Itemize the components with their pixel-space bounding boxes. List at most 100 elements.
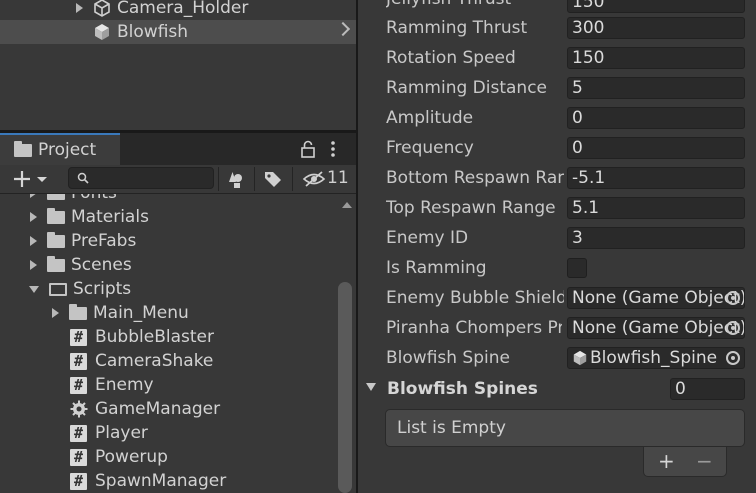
hierarchy-panel: Camera_Holder Blowfish <box>0 0 356 130</box>
expand-arrow-icon[interactable] <box>30 236 37 246</box>
list-item[interactable]: Scripts <box>0 277 336 301</box>
list-item[interactable]: PreFabs <box>0 229 336 253</box>
gameobject-icon <box>94 0 110 17</box>
list-item[interactable]: # Enemy <box>0 373 336 397</box>
scroll-up-arrow-icon[interactable] <box>342 202 352 208</box>
folder-open-icon <box>49 282 67 296</box>
list-item-label: Enemy <box>95 375 154 395</box>
folder-icon <box>47 207 65 224</box>
ramming-thrust-field[interactable]: 300 <box>567 17 745 39</box>
script-icon: # <box>70 448 87 466</box>
list-item-label: GameManager <box>95 399 221 419</box>
list-empty-text: List is Empty <box>397 418 506 438</box>
list-item-label: Scripts <box>73 279 132 299</box>
field-label: Is Ramming <box>386 258 487 278</box>
script-icon: # <box>70 376 87 394</box>
field-label: Bottom Respawn Range <box>386 168 564 188</box>
list-item[interactable]: # CameraShake <box>0 349 336 373</box>
field-label: Ramming Distance <box>386 78 548 98</box>
object-field-value: Blowfish_Spine <box>590 348 718 368</box>
expand-arrow-icon[interactable] <box>30 260 37 270</box>
top-respawn-range-field[interactable]: 5.1 <box>567 197 745 219</box>
field-label: Rotation Speed <box>386 48 516 68</box>
prefab-icon <box>573 350 587 366</box>
hierarchy-item-label: Blowfish <box>117 22 189 42</box>
collapse-arrow-icon[interactable] <box>29 285 39 293</box>
list-item[interactable]: # BubbleBlaster <box>0 325 336 349</box>
field-label: Blowfish Spine <box>386 348 510 368</box>
folder-icon <box>14 140 32 157</box>
object-picker-icon[interactable] <box>726 291 740 305</box>
lock-icon[interactable] <box>300 140 316 158</box>
search-input[interactable] <box>68 167 214 189</box>
amplitude-field[interactable]: 0 <box>567 107 745 129</box>
enemy-bubble-shield-field[interactable]: None (Game Object) <box>567 287 745 309</box>
script-icon: # <box>70 424 87 442</box>
expand-arrow-icon[interactable] <box>52 308 59 318</box>
gear-icon <box>70 400 88 418</box>
scrollbar-thumb[interactable] <box>338 282 352 493</box>
object-picker-icon[interactable] <box>726 321 740 335</box>
jellyfish-thrust-field[interactable]: 150 <box>567 0 745 13</box>
script-icon: # <box>70 352 87 370</box>
add-element-button[interactable]: + <box>658 449 675 473</box>
ramming-distance-field[interactable]: 5 <box>567 77 745 99</box>
list-item[interactable]: Main_Menu <box>0 301 336 325</box>
create-button[interactable] <box>12 169 50 189</box>
list-container: List is Empty <box>385 409 745 447</box>
remove-element-button[interactable]: − <box>696 449 713 473</box>
label-tag-icon[interactable] <box>262 169 284 189</box>
object-picker-icon[interactable] <box>726 351 740 365</box>
field-label: Enemy ID <box>386 228 469 248</box>
toolbar-separator <box>254 167 255 191</box>
list-item[interactable]: Materials <box>0 205 336 229</box>
expand-arrow-icon[interactable] <box>76 3 83 13</box>
tab-project[interactable]: Project <box>0 133 120 165</box>
hidden-packages-icon[interactable] <box>302 170 326 188</box>
script-icon: # <box>70 328 87 346</box>
field-label: Top Respawn Range <box>386 198 556 218</box>
hidden-package-count: 11 <box>327 168 349 188</box>
list-item[interactable]: # Powerup <box>0 445 336 469</box>
bottom-respawn-range-field[interactable]: -5.1 <box>567 167 745 189</box>
collapse-arrow-icon[interactable] <box>366 383 376 391</box>
field-label: Enemy Bubble Shield <box>386 288 564 308</box>
list-item[interactable]: # SpawnManager <box>0 469 336 493</box>
list-item[interactable]: Fonts <box>0 194 336 205</box>
list-size-field[interactable]: 0 <box>670 378 745 400</box>
enemy-id-field[interactable]: 3 <box>567 227 745 249</box>
blowfish-spine-field[interactable]: Blowfish_Spine <box>567 347 745 369</box>
list-item[interactable]: GameManager <box>0 397 336 421</box>
is-ramming-checkbox[interactable] <box>567 258 587 278</box>
list-item-label: SpawnManager <box>95 471 227 491</box>
project-tree: Fonts Materials PreFabs Scenes Scripts M… <box>0 194 356 493</box>
search-icon <box>77 172 89 184</box>
list-item-label: Player <box>95 423 148 443</box>
folder-icon <box>69 303 87 320</box>
list-item[interactable]: Scenes <box>0 253 336 277</box>
list-item-label: Scenes <box>71 255 132 275</box>
expand-arrow-icon[interactable] <box>30 194 37 198</box>
list-footer: + − <box>643 447 727 477</box>
field-label: Amplitude <box>386 108 474 128</box>
more-options-icon[interactable] <box>328 140 338 158</box>
list-item-label: BubbleBlaster <box>95 327 214 347</box>
folder-icon <box>47 231 65 248</box>
toolbar-separator <box>218 167 219 191</box>
expand-arrow-icon[interactable] <box>30 212 37 222</box>
chevron-right-icon[interactable] <box>335 21 351 37</box>
field-label: Jellyfish Thrust <box>386 0 562 9</box>
list-header-label[interactable]: Blowfish Spines <box>387 379 538 399</box>
hierarchy-item-blowfish[interactable]: Blowfish <box>0 20 356 44</box>
field-label: Piranha Chompers Prefab <box>386 318 562 338</box>
frequency-field[interactable]: 0 <box>567 137 745 159</box>
hierarchy-item-camera-holder[interactable]: Camera_Holder <box>0 0 356 20</box>
piranha-chompers-field[interactable]: None (Game Object) <box>567 317 745 339</box>
object-field-value: None (Game Object) <box>572 318 745 338</box>
list-item[interactable]: # Player <box>0 421 336 445</box>
list-item-label: PreFabs <box>71 231 137 251</box>
search-by-type-icon[interactable] <box>224 168 248 190</box>
hierarchy-item-label: Camera_Holder <box>117 0 249 18</box>
rotation-speed-field[interactable]: 150 <box>567 47 745 69</box>
list-item-label: Main_Menu <box>93 303 189 323</box>
